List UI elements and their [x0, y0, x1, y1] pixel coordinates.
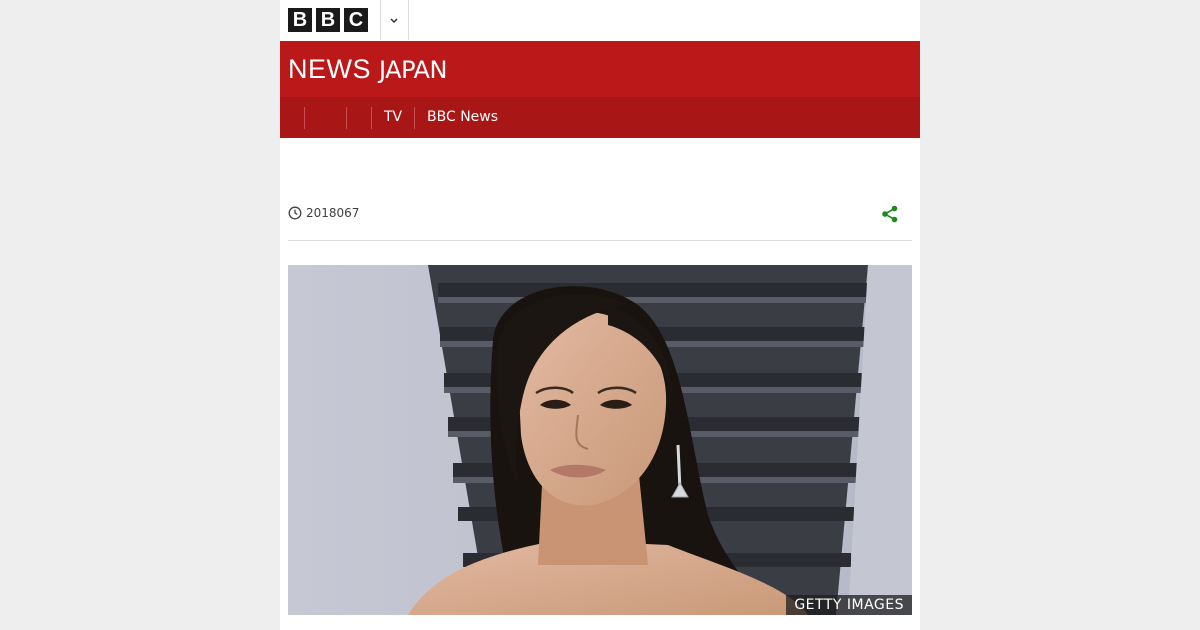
masthead: NEWS JAPAN — [280, 41, 920, 97]
divider — [288, 240, 912, 241]
nav-separator — [371, 107, 372, 129]
menu-toggle-button[interactable] — [380, 0, 408, 40]
hero-photo — [288, 265, 912, 615]
section-nav: TV BBC News — [280, 97, 920, 138]
nav-separator — [346, 107, 347, 129]
article-meta: 2018067 — [288, 203, 912, 225]
bbc-logo[interactable]: B B C — [288, 8, 368, 32]
bbc-logo-block: B — [288, 8, 312, 32]
nav-item-bbc-news[interactable]: BBC News — [427, 97, 498, 138]
image-credit: GETTY IMAGES — [786, 595, 912, 615]
masthead-title[interactable]: NEWS JAPAN — [288, 53, 447, 86]
divider — [408, 0, 409, 40]
nav-separator — [414, 107, 415, 129]
hero-image: GETTY IMAGES — [288, 265, 912, 615]
nav-item-tv[interactable]: TV — [384, 97, 402, 138]
masthead-title-sub: JAPAN — [379, 56, 447, 84]
nav-separator — [304, 107, 305, 129]
page: B B C NEWS JAPAN TV BBC News 2018067 GET… — [280, 0, 920, 630]
article-date: 2018067 — [306, 206, 360, 220]
bbc-top-bar: B B C — [280, 0, 920, 40]
bbc-logo-block: C — [344, 8, 368, 32]
bbc-logo-block: B — [316, 8, 340, 32]
chevron-down-icon — [390, 18, 398, 24]
share-icon[interactable] — [880, 204, 900, 224]
masthead-title-main: NEWS — [288, 54, 371, 84]
clock-icon — [288, 206, 302, 220]
